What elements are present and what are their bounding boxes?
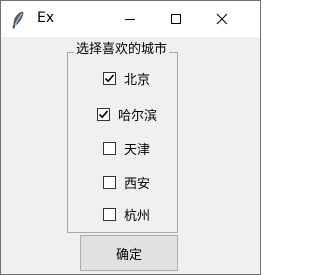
feather-icon (11, 11, 25, 29)
app-window: Ex 选择喜欢的城市 北京 哈尔滨 天津 西安 杭州 确定 (0, 0, 261, 275)
checkbox-harbin[interactable]: 哈尔滨 (97, 105, 158, 124)
checkbox-label: 杭州 (124, 208, 151, 224)
checkbox-label: 西安 (124, 176, 151, 192)
maximize-button[interactable] (153, 1, 199, 37)
checkbox-label: 天津 (124, 142, 151, 158)
group-title: 选择喜欢的城市 (74, 41, 170, 59)
checkbox-xian[interactable]: 西安 (103, 173, 151, 192)
check-icon (98, 109, 109, 118)
checkbox-hangzhou[interactable]: 杭州 (103, 205, 151, 224)
checkbox-box[interactable] (103, 207, 116, 221)
checkbox-box[interactable] (97, 107, 110, 121)
title-bar[interactable]: Ex (1, 1, 260, 37)
ok-button[interactable]: 确定 (80, 235, 178, 271)
window-title: Ex (37, 10, 55, 26)
checkbox-beijing[interactable]: 北京 (103, 69, 151, 88)
checkbox-box[interactable] (103, 71, 116, 85)
checkbox-label: 哈尔滨 (118, 108, 158, 124)
checkbox-tianjin[interactable]: 天津 (103, 139, 151, 158)
checkbox-box[interactable] (103, 141, 116, 155)
minimize-button[interactable] (107, 1, 153, 37)
checkbox-label: 北京 (124, 72, 151, 88)
close-button[interactable] (199, 1, 245, 37)
checkbox-box[interactable] (103, 175, 116, 189)
minimize-icon (124, 10, 136, 29)
check-icon (104, 73, 115, 82)
close-icon (216, 10, 228, 29)
maximize-icon (170, 10, 182, 29)
